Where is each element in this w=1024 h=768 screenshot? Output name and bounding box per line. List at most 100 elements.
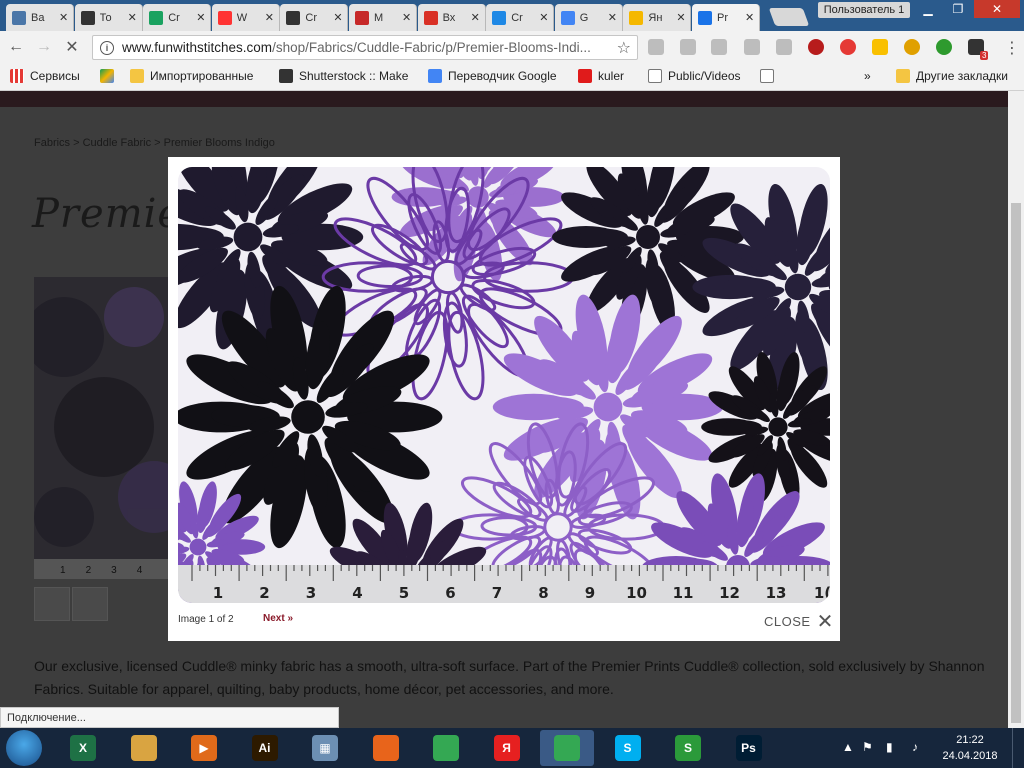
tab-strip: Ва ✕ То ✕ Cr ✕ W ✕ Cr ✕ M ✕ Вх ✕ Cr ✕ G ✕ Ян ✕ Pr ✕ Пользоват… xyxy=(0,0,1024,31)
taskbar-app[interactable]: S xyxy=(661,730,715,766)
new-tab-button[interactable] xyxy=(768,8,810,26)
bookmark-star-icon[interactable]: ☆ xyxy=(617,38,631,58)
lavender-bloom xyxy=(492,294,724,520)
start-button[interactable] xyxy=(6,730,42,766)
ruler-number: 10 xyxy=(626,584,647,602)
tab-close-icon[interactable]: ✕ xyxy=(59,11,68,24)
thumbnail-2[interactable] xyxy=(72,587,108,621)
tab-label: Вх xyxy=(442,11,456,24)
cube-extension-icon[interactable] xyxy=(680,39,696,55)
flag-extension-icon[interactable] xyxy=(872,39,888,55)
next-image-link[interactable]: Next » xyxy=(263,613,293,624)
tab-1[interactable]: То ✕ xyxy=(74,4,143,31)
pdf-extension-icon[interactable] xyxy=(776,39,792,55)
taskbar-firefox[interactable] xyxy=(359,730,413,766)
tab-label: W xyxy=(236,11,248,24)
tab-6[interactable]: Вх ✕ xyxy=(417,4,486,31)
stop-loading-icon[interactable]: ✕ xyxy=(60,35,84,59)
tab-close-icon[interactable]: ✕ xyxy=(676,11,685,24)
forward-arrow-icon[interactable]: → xyxy=(32,35,56,59)
site-info-icon[interactable]: i xyxy=(100,40,114,55)
tab-2[interactable]: Cr ✕ xyxy=(143,4,212,31)
adblock-icon[interactable] xyxy=(808,39,824,55)
minimize-icon[interactable]: ▁ xyxy=(914,0,942,18)
system-clock[interactable]: 21:22 24.04.2018 xyxy=(940,732,1000,764)
bookmark-imported[interactable]: Импортированные xyxy=(130,69,253,83)
restore-icon[interactable]: ❐ xyxy=(944,0,972,18)
tab-close-icon[interactable]: ✕ xyxy=(539,11,548,24)
taskbar-media[interactable]: ▶ xyxy=(177,730,231,766)
bookmark-services[interactable]: Сервисы xyxy=(10,69,80,83)
scrollbar-thumb[interactable] xyxy=(1011,203,1021,723)
folder-icon xyxy=(896,69,910,83)
media-player-icon: ▶ xyxy=(191,735,217,761)
bookmarks-overflow[interactable]: » xyxy=(864,69,871,83)
tab-7[interactable]: Cr ✕ xyxy=(486,4,555,31)
tab-9[interactable]: Ян ✕ xyxy=(623,4,692,31)
doc-extension-icon[interactable] xyxy=(744,39,760,55)
tab-0[interactable]: Ва ✕ xyxy=(6,4,74,31)
tab-10[interactable]: Pr ✕ xyxy=(692,4,760,31)
green-extension-icon[interactable] xyxy=(936,39,952,55)
bookmark-drive[interactable] xyxy=(100,69,120,83)
camera-extension-icon[interactable] xyxy=(648,39,664,55)
taskbar-calculator[interactable]: ▦ xyxy=(298,730,352,766)
taskbar-illustrator[interactable]: Ai xyxy=(238,730,292,766)
tab-label: То xyxy=(99,11,112,24)
taskbar-skype[interactable]: S xyxy=(601,730,655,766)
url-text[interactable]: www.funwithstitches.com/shop/Fabrics/Cud… xyxy=(122,40,612,55)
tab-close-icon[interactable]: ✕ xyxy=(402,11,411,24)
target-extension-icon[interactable] xyxy=(840,39,856,55)
tab-5[interactable]: M ✕ xyxy=(349,4,417,31)
tab-label: Ва xyxy=(31,11,45,24)
tray-up-arrow-icon[interactable]: ▲ xyxy=(842,740,854,754)
page-scrollbar[interactable] xyxy=(1008,91,1024,728)
tab-close-icon[interactable]: ✕ xyxy=(333,11,342,24)
close-lightbox-button[interactable]: CLOSE ✕ xyxy=(764,612,834,632)
thumbnail-1[interactable] xyxy=(34,587,70,621)
tab-close-icon[interactable]: ✕ xyxy=(745,11,754,24)
address-bar[interactable]: i www.funwithstitches.com/shop/Fabrics/C… xyxy=(92,35,638,60)
ruler-number: 1( xyxy=(814,584,830,602)
bookmark-page[interactable] xyxy=(760,69,780,83)
tab-8[interactable]: G ✕ xyxy=(554,4,623,31)
bookmark-kuler[interactable]: kuler xyxy=(578,69,624,83)
tab-4[interactable]: Cr ✕ xyxy=(280,4,349,31)
flag-tray-icon[interactable]: ⚑ xyxy=(862,740,873,754)
tab-close-icon[interactable]: ✕ xyxy=(608,11,617,24)
dark-square-icon xyxy=(286,10,301,25)
browser-menu-icon[interactable]: ⋮ xyxy=(1004,38,1020,58)
bike-extension-icon[interactable] xyxy=(904,39,920,55)
taskbar-explorer[interactable] xyxy=(117,730,171,766)
ruler-number: 12 xyxy=(719,584,740,602)
close-window-icon[interactable]: ✕ xyxy=(974,0,1020,18)
ruler-number: 4 xyxy=(352,584,362,602)
ruler-number: 11 xyxy=(673,584,694,602)
bookmark-shutterstock[interactable]: Shutterstock :: Make xyxy=(279,69,408,83)
taskbar-photoshop[interactable]: Ps xyxy=(722,730,776,766)
google-extension-icon[interactable] xyxy=(711,39,727,55)
back-arrow-icon[interactable]: ← xyxy=(4,35,28,59)
taskbar-chrome[interactable] xyxy=(419,730,473,766)
taskbar-yandex[interactable]: Я xyxy=(480,730,534,766)
product-main-image[interactable]: 1234 xyxy=(34,277,174,579)
taskbar-excel[interactable]: X xyxy=(56,730,110,766)
profile-button[interactable]: Пользователь 1 xyxy=(818,2,910,18)
product-description: Our exclusive, licensed Cuddle® minky fa… xyxy=(34,658,985,697)
volume-tray-icon[interactable]: ♪ xyxy=(912,740,918,754)
tab-close-icon[interactable]: ✕ xyxy=(265,11,274,24)
tab-close-icon[interactable]: ✕ xyxy=(471,11,480,24)
tab-label: Cr xyxy=(305,11,317,24)
fabric-image[interactable]: 1 2 3 4 5 6 7 8 9 10 11 12 13 1( xyxy=(178,167,830,603)
bookmark-public-videos[interactable]: Public/Videos xyxy=(648,69,741,83)
close-icon[interactable]: ✕ xyxy=(817,612,834,632)
tab-close-icon[interactable]: ✕ xyxy=(196,11,205,24)
network-tray-icon[interactable]: ▮ xyxy=(886,740,893,754)
bookmark-google-translate[interactable]: Переводчик Google xyxy=(428,69,557,83)
tab-close-icon[interactable]: ✕ xyxy=(128,11,137,24)
breadcrumb[interactable]: Fabrics > Cuddle Fabric > Premier Blooms… xyxy=(34,137,275,149)
tab-3[interactable]: W ✕ xyxy=(211,4,280,31)
show-desktop-button[interactable] xyxy=(1012,728,1024,768)
taskbar-chrome2[interactable] xyxy=(540,730,594,766)
other-bookmarks[interactable]: Другие закладки xyxy=(896,69,1008,83)
